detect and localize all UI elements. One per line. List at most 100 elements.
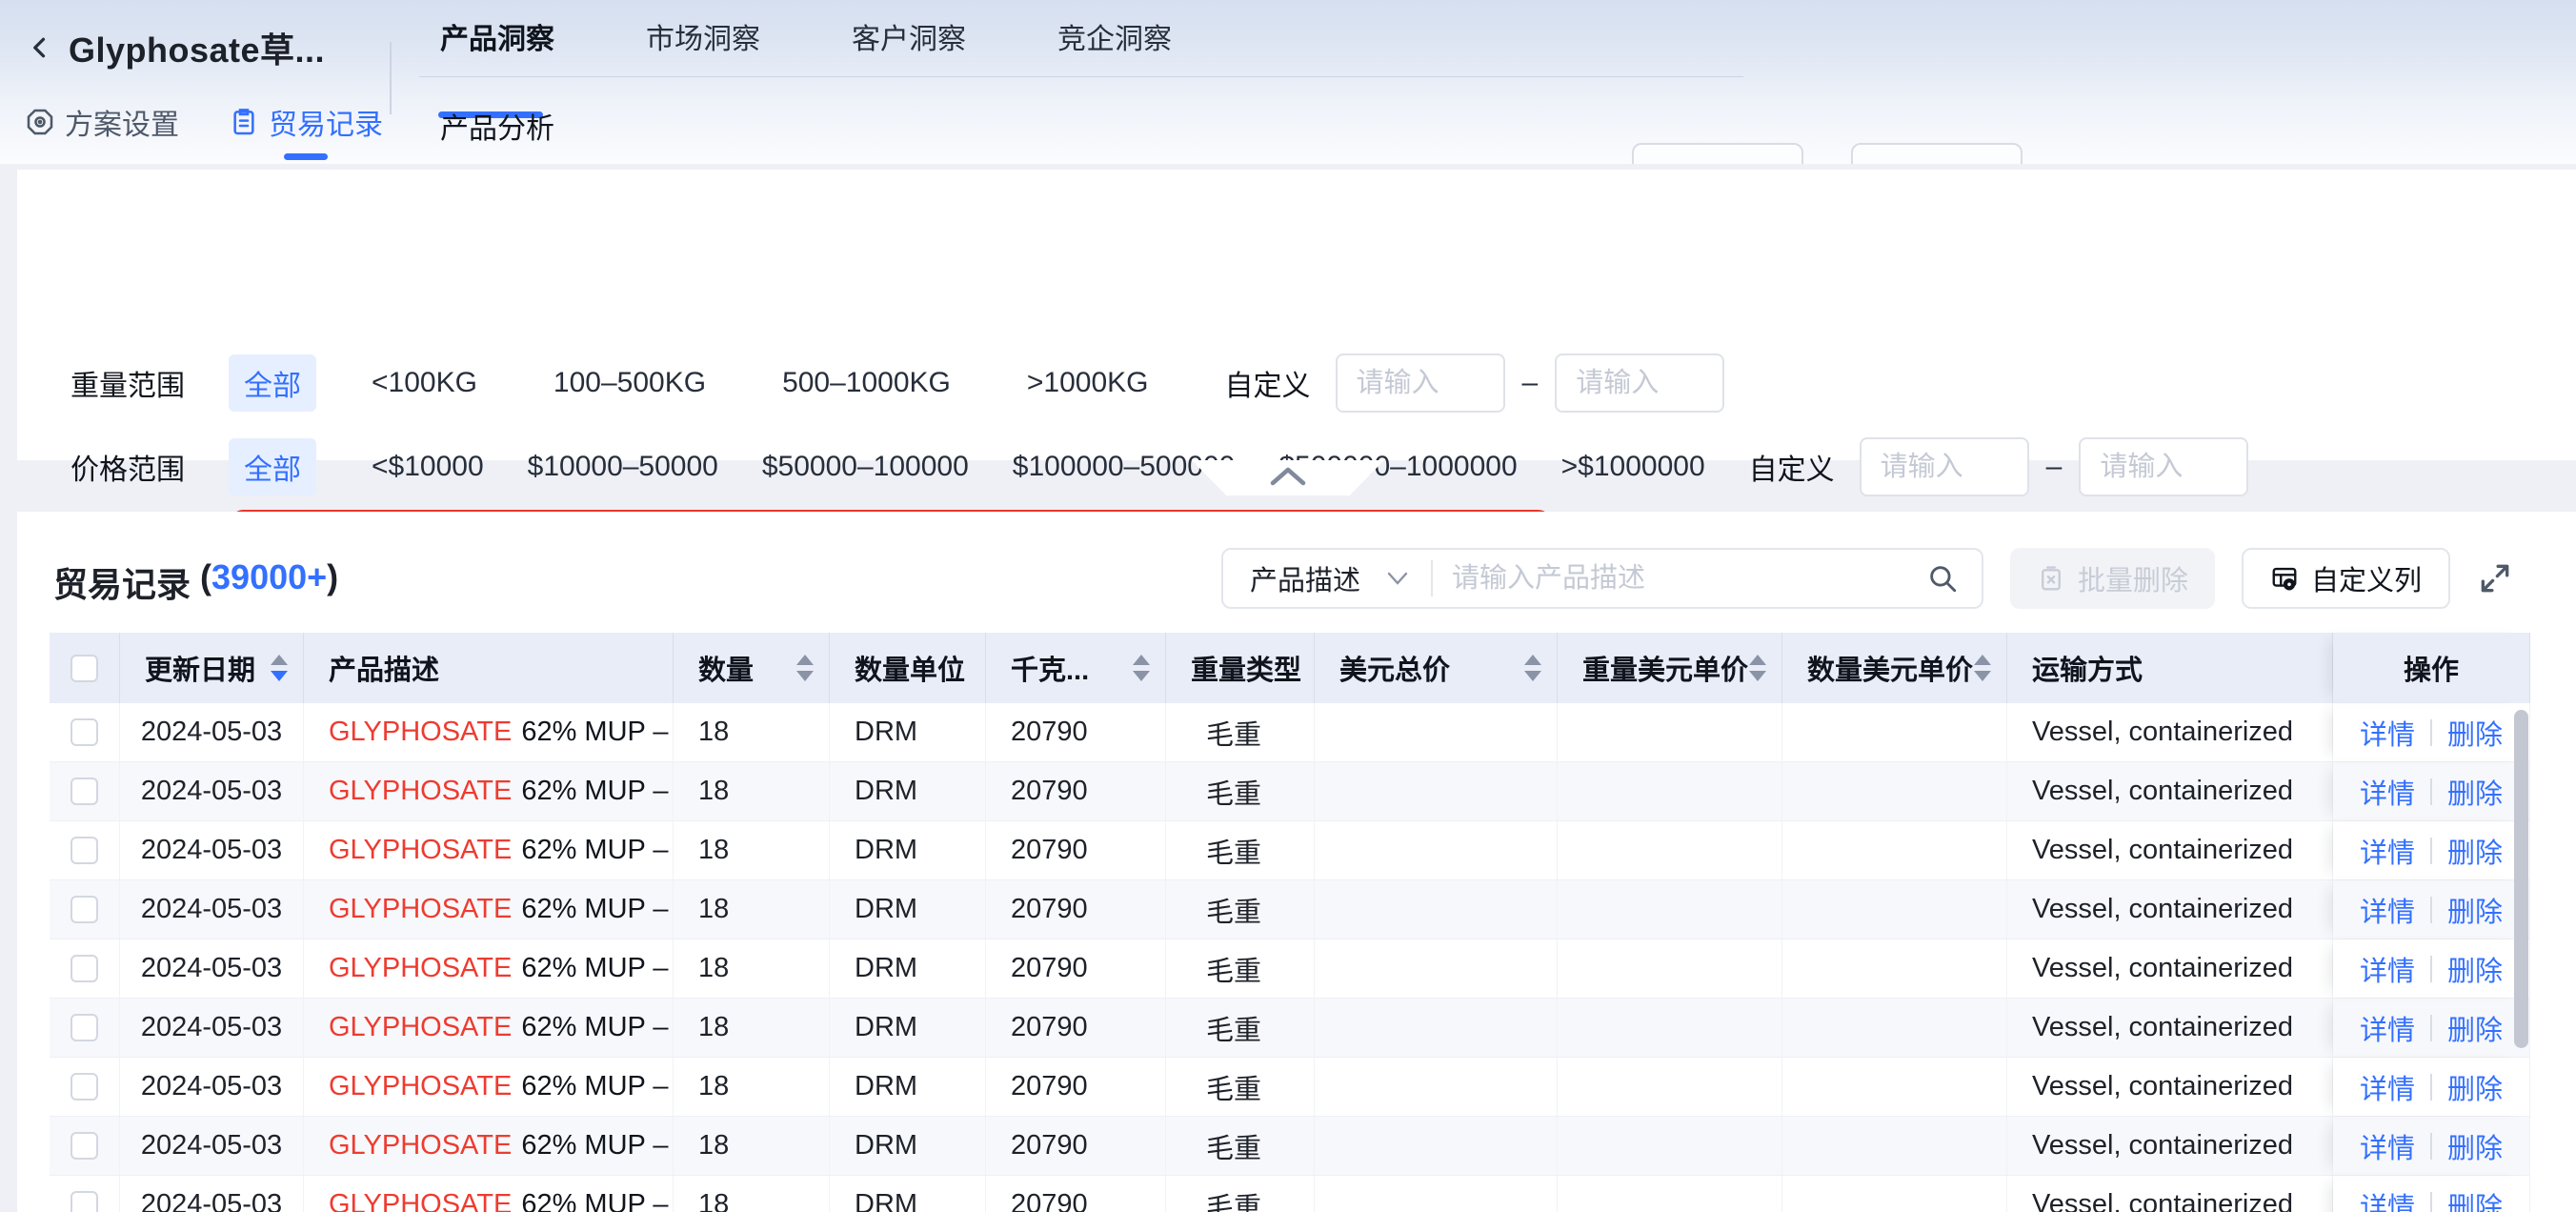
select-all-cell: [50, 633, 120, 703]
cell-update-date: 2024-05-03: [120, 939, 304, 998]
detail-link[interactable]: 详情: [2360, 713, 2415, 753]
cell-product-description: GLYPHOSATE62% MUP – I...: [304, 939, 674, 998]
nav-item-scheme-settings[interactable]: 方案设置: [25, 101, 179, 143]
cell-usd-per-weight: [1558, 821, 1782, 879]
weight-range-option-1[interactable]: 100–500KG: [553, 367, 706, 399]
cell-update-date: 2024-05-03: [120, 1058, 304, 1116]
select-all-checkbox[interactable]: [70, 655, 98, 682]
row-checkbox[interactable]: [70, 778, 98, 805]
search-category-select[interactable]: 产品描述: [1223, 558, 1431, 598]
tab-product-analysis[interactable]: 产品分析: [440, 105, 554, 147]
detail-link[interactable]: 详情: [2360, 949, 2415, 989]
price-range-option-2[interactable]: $50000–100000: [762, 451, 969, 483]
cell-kilograms: 20790: [986, 703, 1166, 761]
delete-link[interactable]: 删除: [2447, 949, 2503, 989]
search-icon[interactable]: [1926, 562, 1959, 595]
tab-customer-insight[interactable]: 客户洞察: [852, 15, 966, 74]
delete-link[interactable]: 删除: [2447, 1126, 2503, 1166]
weight-range-option-2[interactable]: 500–1000KG: [782, 367, 951, 399]
cell-update-date: 2024-05-03: [120, 880, 304, 939]
cell-weight-type: 毛重: [1166, 821, 1315, 879]
cell-transport: Vessel, containerized: [2007, 1176, 2333, 1212]
column-header-3[interactable]: 数量: [674, 633, 830, 703]
cell-usd-total: [1315, 1117, 1558, 1175]
tab-competitor-insight[interactable]: 竞企洞察: [1057, 15, 1172, 74]
weight-range-option-0[interactable]: <100KG: [372, 367, 477, 399]
row-checkbox[interactable]: [70, 1014, 98, 1041]
action-divider: [2430, 1074, 2432, 1101]
sort-icon[interactable]: [1974, 655, 1991, 681]
chevron-down-icon: [1387, 572, 1408, 585]
price-range-option-1[interactable]: $10000–50000: [528, 451, 718, 483]
sort-icon[interactable]: [1524, 655, 1541, 681]
delete-link[interactable]: 删除: [2447, 772, 2503, 812]
row-select-cell: [50, 880, 120, 939]
column-header-8[interactable]: 重量美元单价: [1558, 633, 1782, 703]
weight-all-chip[interactable]: 全部: [229, 354, 316, 412]
detail-link[interactable]: 详情: [2360, 1008, 2415, 1048]
batch-delete-button[interactable]: 批量删除: [2010, 548, 2215, 609]
column-header-9[interactable]: 数量美元单价: [1782, 633, 2007, 703]
delete-link[interactable]: 删除: [2447, 831, 2503, 871]
column-header-5[interactable]: 千克...: [986, 633, 1166, 703]
cell-kilograms: 20790: [986, 999, 1166, 1057]
cell-kilograms: 20790: [986, 880, 1166, 939]
cell-product-description: GLYPHOSATE62% MUP – I...: [304, 880, 674, 939]
row-checkbox[interactable]: [70, 1073, 98, 1101]
cell-update-date: 2024-05-03: [120, 1176, 304, 1212]
price-range-option-0[interactable]: <$10000: [372, 451, 484, 483]
row-checkbox[interactable]: [70, 718, 98, 746]
row-checkbox[interactable]: [70, 955, 98, 982]
fullscreen-icon[interactable]: [2477, 560, 2513, 596]
cell-quantity-unit: DRM: [830, 999, 986, 1057]
sort-icon[interactable]: [271, 655, 288, 681]
cell-usd-per-quantity: [1782, 762, 2007, 820]
weight-range-label: 重量范围: [70, 362, 229, 404]
cell-usd-total: [1315, 880, 1558, 939]
row-select-cell: [50, 999, 120, 1057]
nav-item-trade-records[interactable]: 贸易记录: [229, 101, 383, 143]
delete-link[interactable]: 删除: [2447, 890, 2503, 930]
delete-link[interactable]: 删除: [2447, 713, 2503, 753]
detail-link[interactable]: 详情: [2360, 772, 2415, 812]
detail-link[interactable]: 详情: [2360, 1185, 2415, 1212]
vertical-scrollbar-thumb[interactable]: [2514, 710, 2528, 1048]
price-max-input[interactable]: [2079, 437, 2248, 496]
back-icon[interactable]: [27, 33, 55, 62]
cell-product-description: GLYPHOSATE62% MUP – I...: [304, 999, 674, 1057]
cell-product-description: GLYPHOSATE62% MUP – I...: [304, 1058, 674, 1116]
search-input[interactable]: [1433, 563, 1926, 595]
detail-link[interactable]: 详情: [2360, 890, 2415, 930]
cutoff-button-2[interactable]: [1851, 143, 2023, 164]
cutoff-button-1[interactable]: [1632, 143, 1803, 164]
weight-range-option-3[interactable]: >1000KG: [1027, 367, 1149, 399]
row-checkbox[interactable]: [70, 1191, 98, 1212]
row-checkbox[interactable]: [70, 837, 98, 864]
detail-link[interactable]: 详情: [2360, 1067, 2415, 1107]
weight-max-input[interactable]: [1555, 354, 1724, 413]
row-checkbox[interactable]: [70, 1132, 98, 1160]
delete-link[interactable]: 删除: [2447, 1185, 2503, 1212]
sort-icon[interactable]: [1133, 655, 1150, 681]
cell-usd-per-quantity: [1782, 1058, 2007, 1116]
row-checkbox[interactable]: [70, 896, 98, 923]
nav-label: 方案设置: [65, 101, 179, 143]
delete-link[interactable]: 删除: [2447, 1067, 2503, 1107]
weight-min-input[interactable]: [1336, 354, 1505, 413]
price-all-chip[interactable]: 全部: [229, 438, 316, 495]
detail-link[interactable]: 详情: [2360, 831, 2415, 871]
detail-link[interactable]: 详情: [2360, 1126, 2415, 1166]
custom-columns-button[interactable]: 自定义列: [2242, 548, 2450, 609]
action-divider: [2430, 1015, 2432, 1041]
sort-icon[interactable]: [796, 655, 814, 681]
sort-icon[interactable]: [1749, 655, 1766, 681]
delete-link[interactable]: 删除: [2447, 1008, 2503, 1048]
column-header-1[interactable]: 更新日期: [120, 633, 304, 703]
price-min-input[interactable]: [1860, 437, 2029, 496]
column-header-7[interactable]: 美元总价: [1315, 633, 1558, 703]
action-divider: [2430, 956, 2432, 982]
tab-product-insight[interactable]: 产品洞察: [440, 15, 554, 74]
tab-market-insight[interactable]: 市场洞察: [646, 15, 760, 74]
price-range-option-5[interactable]: >$1000000: [1561, 451, 1705, 483]
cell-quantity-unit: DRM: [830, 1176, 986, 1212]
